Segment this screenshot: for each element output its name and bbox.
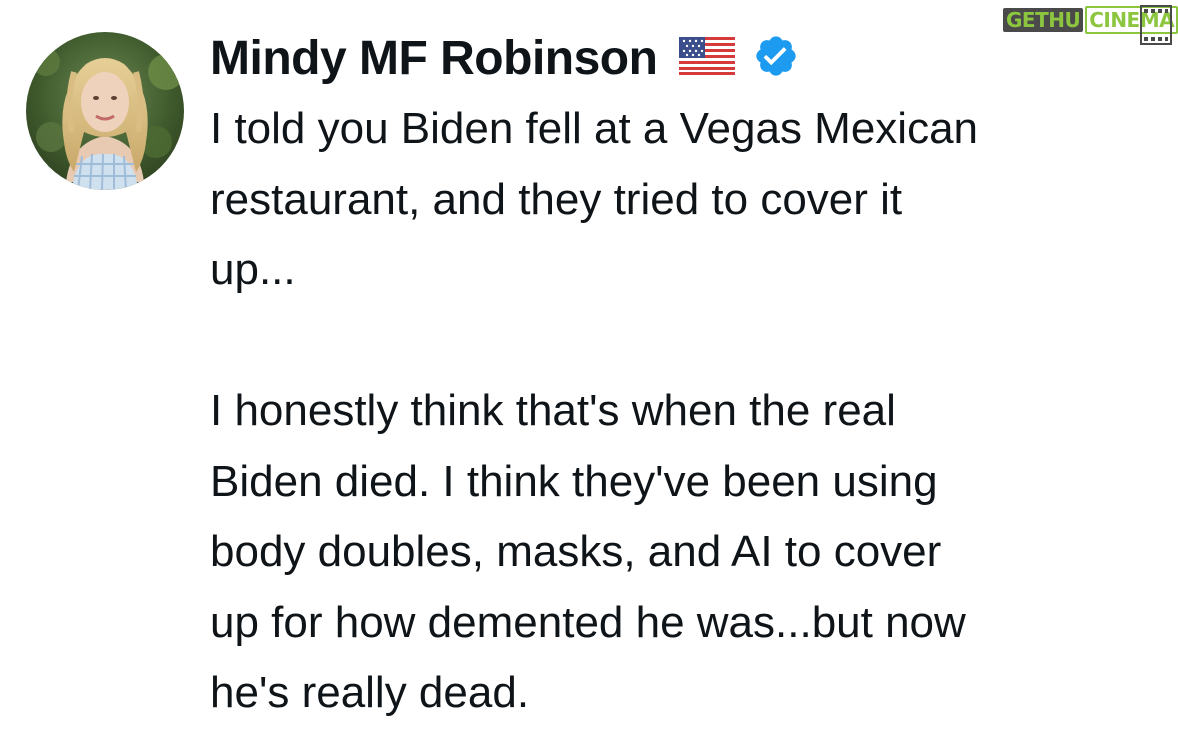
- gethu-cinema-watermark: GETHU CINEMA: [1003, 2, 1178, 45]
- post-header: Mindy MF Robinson: [210, 28, 799, 88]
- post-text: I told you Biden fell at a Vegas Mexican…: [210, 94, 1160, 729]
- paragraph-spacer: [210, 306, 1160, 377]
- us-flag-icon: [679, 36, 736, 80]
- verified-badge-icon[interactable]: [753, 33, 799, 84]
- watermark-gethu: GETHU: [1003, 8, 1084, 32]
- screenshot-page: GETHU CINEMA Mindy MF Robinson I told yo…: [0, 0, 1178, 746]
- film-strip-icon: [1140, 5, 1172, 45]
- post-text-line: up...: [210, 245, 296, 294]
- post-text-line: he's really dead.: [210, 668, 530, 717]
- avatar[interactable]: [26, 32, 184, 190]
- profile-photo-icon: [26, 32, 184, 190]
- post-text-line: body doubles, masks, and AI to cover: [210, 527, 942, 576]
- author-display-name[interactable]: Mindy MF Robinson: [210, 31, 658, 86]
- post-text-line: up for how demented he was...but now: [210, 597, 966, 647]
- post-text-line: Biden died. I think they've been using: [210, 456, 938, 506]
- post-text-line: I honestly think that's when the real: [210, 386, 896, 435]
- post-text-line: I told you Biden fell at a Vegas Mexican: [210, 104, 979, 153]
- post-text-line: restaurant, and they tried to cover it: [210, 174, 903, 224]
